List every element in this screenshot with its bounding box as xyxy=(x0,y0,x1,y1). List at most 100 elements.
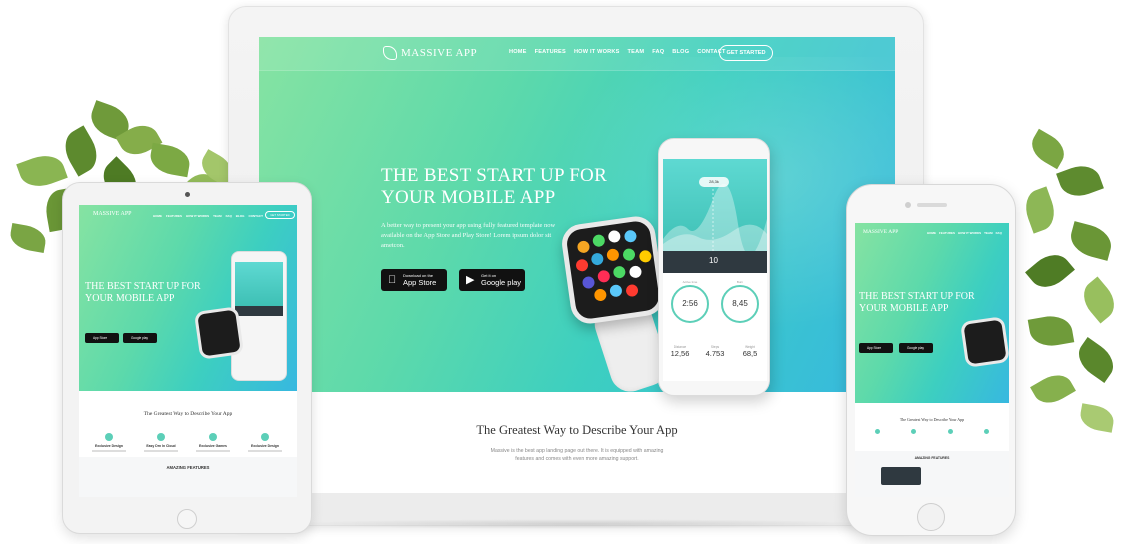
active-time-value: 2:56 xyxy=(682,299,698,308)
tablet-feature: Exclusive Design xyxy=(243,433,287,452)
nav-links: HOME FEATURES HOW IT WORKS TEAM FAQ BLOG… xyxy=(509,49,726,55)
phone-amazing-features: AMAZING FEATURES xyxy=(914,456,950,460)
tablet-phone-mockup xyxy=(231,251,287,381)
hero-title-line1: THE BEST START UP FOR xyxy=(381,165,608,186)
watch-app-dot xyxy=(592,233,606,248)
phone-watch xyxy=(960,316,1009,368)
burn-label: Burn xyxy=(736,280,744,284)
tablet-nav-faq[interactable]: FAQ xyxy=(226,214,232,218)
feature-text-placeholder xyxy=(248,450,282,452)
tablet-nav-contact[interactable]: CONTACT xyxy=(248,214,262,218)
watch-app-dot xyxy=(590,252,605,266)
tablet-google-play-button[interactable]: Google play xyxy=(123,333,157,343)
hero-phone-mockup: 28,3k 10 Active time 2:56 Burn 8,45 Dist… xyxy=(658,138,770,396)
google-play-button[interactable]: ▶ Get it on Google play xyxy=(459,269,525,291)
phone-nav-team[interactable]: TEAM xyxy=(984,231,993,235)
phone-hero: MASSIVE APP HOME FEATURES HOW IT WORKS T… xyxy=(855,223,1009,403)
tablet-feature-name: Exclusive Design xyxy=(251,444,279,448)
nav-team[interactable]: TEAM xyxy=(628,49,645,55)
tablet-home-button[interactable] xyxy=(177,509,197,529)
tablet-logo: MASSIVE APP xyxy=(93,211,132,217)
watch-app-dot xyxy=(609,284,623,298)
tablet-feature: Exclusive Design xyxy=(87,433,131,452)
watch-app-dot xyxy=(597,269,611,284)
distance-stat: Distance 12,56 xyxy=(663,345,697,358)
tablet-app-store-button[interactable]: App Store xyxy=(85,333,119,343)
tablet-feature: Easy Drn In Cloud xyxy=(139,433,183,452)
steps-stat: Steps 4.753 xyxy=(698,345,732,358)
tablet-watch xyxy=(193,306,245,360)
get-started-button[interactable]: GET STARTED xyxy=(719,45,773,61)
phone-nav-links: HOME FEATURES HOW IT WORKS TEAM FAQ xyxy=(927,231,1002,235)
hero-section: MASSIVE APP HOME FEATURES HOW IT WORKS T… xyxy=(259,37,895,392)
tablet-nav-home[interactable]: HOME xyxy=(153,214,162,218)
hero-description: A better way to present your app using f… xyxy=(381,222,556,249)
active-time-ring: Active time 2:56 xyxy=(671,280,709,323)
tablet-nav-how-it-works[interactable]: HOW IT WORKS xyxy=(186,214,209,218)
watch-app-dot xyxy=(612,265,627,279)
phone-device: MASSIVE APP HOME FEATURES HOW IT WORKS T… xyxy=(846,184,1016,536)
app-wave-chart xyxy=(663,183,767,251)
phone-nav-home[interactable]: HOME xyxy=(927,231,936,235)
apple-icon:  xyxy=(388,274,396,286)
tablet-camera xyxy=(185,192,190,197)
watch-app-dot xyxy=(622,247,636,262)
weight-value: 68,5 xyxy=(742,349,758,358)
phone-speaker xyxy=(917,203,947,207)
phone-app-store-button[interactable]: App Store xyxy=(859,343,893,353)
tablet-feature: Exclusive Games xyxy=(191,433,235,452)
phone-home-button[interactable] xyxy=(917,503,945,531)
phone-logo: MASSIVE APP xyxy=(863,229,898,235)
phone-camera xyxy=(905,202,911,208)
tablet-logo-name: MASSIVE xyxy=(93,211,120,217)
hero-phone-screen: 28,3k 10 Active time 2:56 Burn 8,45 Dist… xyxy=(663,159,767,381)
tablet-nav-team[interactable]: TEAM xyxy=(213,214,222,218)
tablet-nav-links: HOME FEATURES HOW IT WORKS TEAM FAQ BLOG… xyxy=(153,214,263,218)
tablet-feature-name: Exclusive Design xyxy=(95,444,123,448)
phone-google-play-button[interactable]: Google play xyxy=(899,343,933,353)
hero-title: THE BEST START UP FOR YOUR MOBILE APP xyxy=(381,165,641,209)
feature-icon xyxy=(157,433,165,441)
watch-app-dot xyxy=(628,265,643,279)
tablet-hero-title: THE BEST START UP FOR YOUR MOBILE APP xyxy=(85,281,225,305)
tablet-phone-chart xyxy=(235,262,283,306)
phone-nav-features[interactable]: FEATURES xyxy=(939,231,955,235)
nav-features[interactable]: FEATURES xyxy=(535,49,566,55)
tablet-divider xyxy=(79,457,297,497)
smartwatch xyxy=(559,213,667,327)
feature-icon xyxy=(105,433,113,441)
watch-app-dot xyxy=(593,288,608,302)
tablet-get-started-button[interactable]: GET STARTED xyxy=(265,211,295,219)
tablet-screen: MASSIVE APP HOME FEATURES HOW IT WORKS T… xyxy=(79,205,297,497)
watch-app-dot xyxy=(575,258,589,273)
distance-value: 12,56 xyxy=(670,349,690,358)
phone-nav-faq[interactable]: FAQ xyxy=(996,231,1002,235)
app-store-label: App Store xyxy=(403,278,437,287)
nav-how-it-works[interactable]: HOW IT WORKS xyxy=(574,49,620,55)
feature-icon xyxy=(947,429,953,434)
feature-text-placeholder xyxy=(92,450,126,452)
google-play-icon: ▶ xyxy=(466,274,475,286)
tablet-feature-name: Exclusive Games xyxy=(199,444,227,448)
phone-mini-screens xyxy=(881,467,921,485)
tablet-logo-suffix: APP xyxy=(120,211,132,217)
app-store-button[interactable]:  Download on the App Store xyxy=(381,269,447,291)
phone-nav-how-it-works[interactable]: HOW IT WORKS xyxy=(958,231,981,235)
feature-text-placeholder xyxy=(196,450,230,452)
tablet-hero-title-line2: YOUR MOBILE APP xyxy=(85,293,175,304)
feature-icon xyxy=(209,433,217,441)
watch-app-dot xyxy=(607,229,622,244)
logo[interactable]: MASSIVE APP xyxy=(401,47,477,59)
tablet-nav-blog[interactable]: BLOG xyxy=(236,214,245,218)
hero-title-line2: YOUR MOBILE APP xyxy=(381,187,556,208)
top-navigation: MASSIVE APP HOME FEATURES HOW IT WORKS T… xyxy=(259,37,895,71)
nav-faq[interactable]: FAQ xyxy=(652,49,664,55)
tablet-device: MASSIVE APP HOME FEATURES HOW IT WORKS T… xyxy=(62,182,312,534)
tablet-nav-features[interactable]: FEATURES xyxy=(166,214,182,218)
watch-app-dot xyxy=(625,283,639,298)
tablet-feature-name: Easy Drn In Cloud xyxy=(146,444,176,448)
nav-home[interactable]: HOME xyxy=(509,49,527,55)
nav-blog[interactable]: BLOG xyxy=(672,49,689,55)
logo-suffix: APP xyxy=(455,47,478,59)
selected-day[interactable]: 10 xyxy=(709,256,718,265)
